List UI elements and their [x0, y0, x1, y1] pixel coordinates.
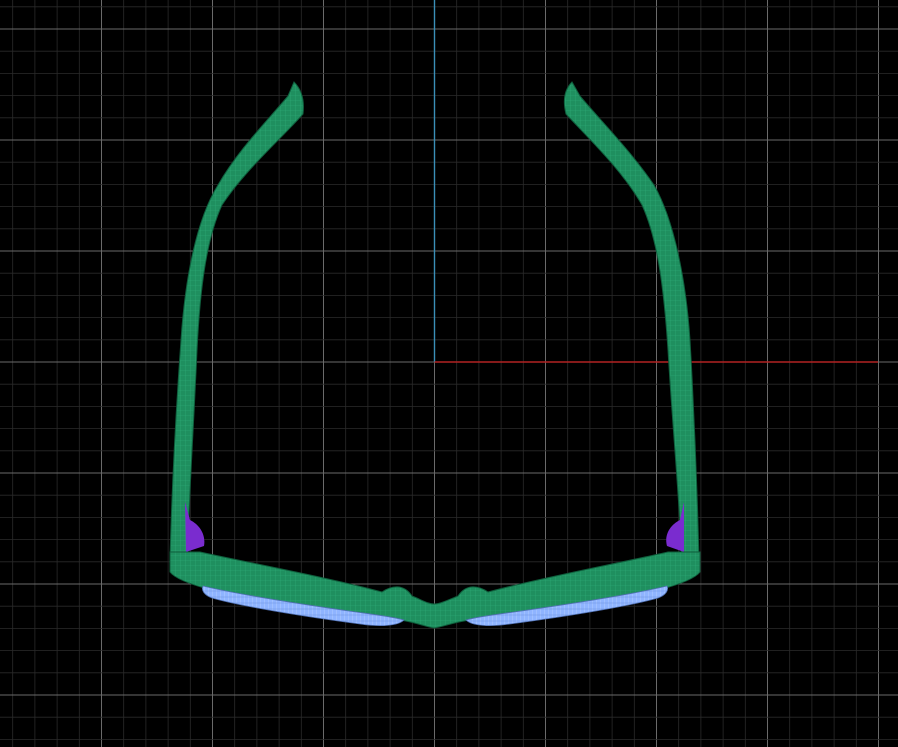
3d-viewport[interactable] [0, 0, 898, 747]
viewport-canvas[interactable] [0, 0, 898, 747]
viewport-grid [0, 0, 898, 747]
